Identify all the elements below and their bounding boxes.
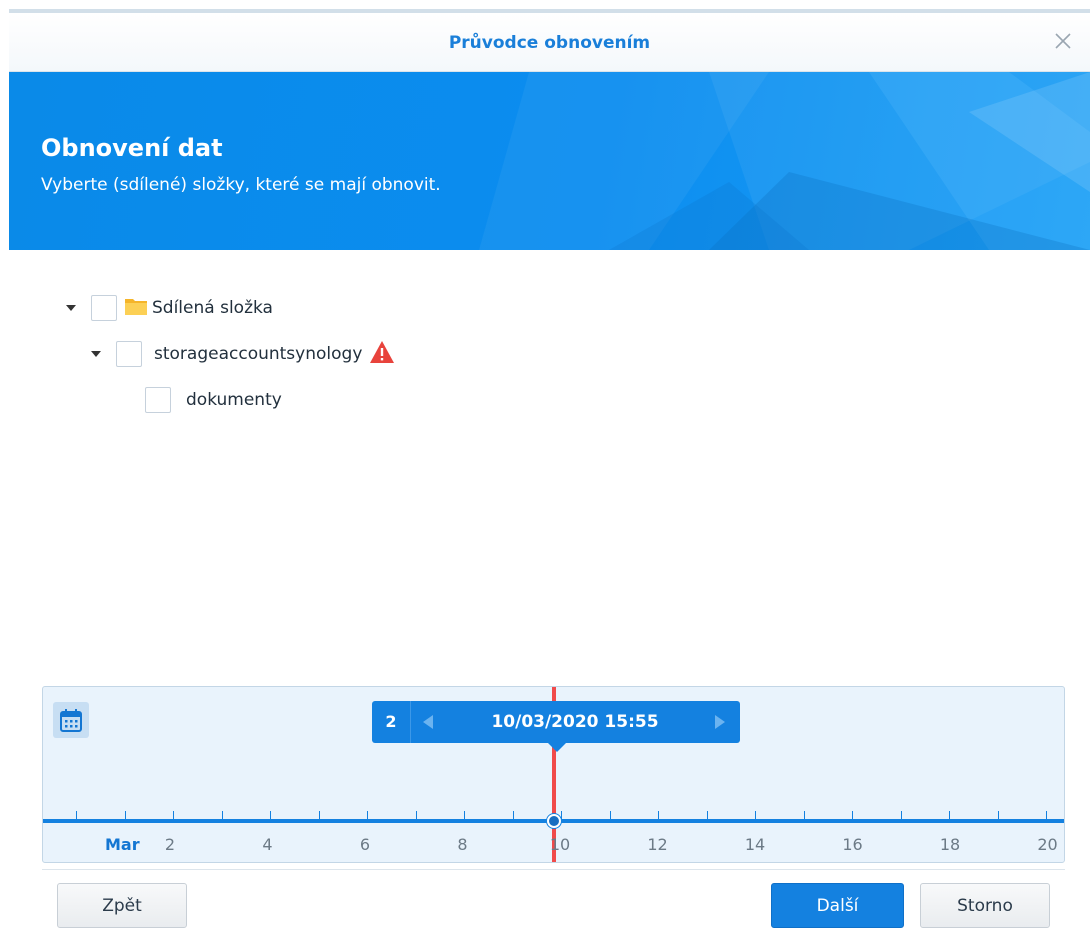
window-titlebar: Průvodce obnovením xyxy=(9,13,1090,72)
day-label: 4 xyxy=(262,835,273,854)
tree-item-label: storageaccountsynology xyxy=(154,344,363,364)
previous-version-icon[interactable] xyxy=(422,714,434,734)
banner-title: Obnovení dat xyxy=(41,134,223,162)
day-label: 10 xyxy=(549,835,571,854)
tree-item-shared-folder: Sdílená složka xyxy=(66,293,273,323)
day-label: 8 xyxy=(457,835,468,854)
next-version-icon[interactable] xyxy=(714,714,726,734)
calendar-icon xyxy=(60,709,82,732)
timeline-tick xyxy=(173,811,174,819)
tree-item-documents: dokumenty xyxy=(145,385,282,415)
day-label: 2 xyxy=(164,835,176,854)
calendar-button[interactable] xyxy=(53,702,89,738)
banner-subtitle: Vyberte (sdílené) složky, které se mají … xyxy=(41,175,441,195)
timeline-tick xyxy=(415,811,417,819)
back-button[interactable]: Zpět xyxy=(57,883,187,928)
expand-arrow-icon[interactable] xyxy=(91,351,101,357)
close-icon[interactable] xyxy=(1050,28,1076,54)
storage-account-checkbox[interactable] xyxy=(116,341,142,367)
day-label: 16 xyxy=(842,835,863,854)
tree-item-label: Sdílená složka xyxy=(152,298,273,318)
day-label: 18 xyxy=(939,835,961,854)
timeline-tick xyxy=(561,811,562,819)
date-pointer xyxy=(548,743,566,752)
timeline-tick xyxy=(997,811,999,819)
timeline-tick xyxy=(76,811,77,819)
timeline-tick xyxy=(803,811,805,819)
timeline-tick xyxy=(270,811,271,819)
month-label: Mar xyxy=(105,835,140,854)
next-button[interactable]: Další xyxy=(771,883,904,928)
timeline-tick xyxy=(367,811,368,819)
timeline-handle[interactable] xyxy=(547,814,561,828)
warning-icon[interactable] xyxy=(369,340,395,368)
timeline-tick xyxy=(124,811,126,819)
shared-folder-checkbox[interactable] xyxy=(91,295,117,321)
timeline-tick xyxy=(755,811,756,819)
footer-separator xyxy=(42,869,1065,870)
documents-checkbox[interactable] xyxy=(145,387,171,413)
timeline-tick xyxy=(609,811,611,819)
expand-arrow-icon[interactable] xyxy=(66,305,76,311)
version-selector: 2 10/03/2020 15:55 xyxy=(372,701,740,752)
day-label: 20 xyxy=(1037,835,1058,854)
timeline-tick xyxy=(852,811,853,819)
day-label: 6 xyxy=(359,835,371,854)
snapshot-timeline[interactable]: 2 10/03/2020 15:55 Mar 2 4 6 8 10 12 14 16 18 20 xyxy=(42,686,1065,863)
folder-icon xyxy=(124,296,148,320)
timeline-tick xyxy=(706,811,708,819)
tree-item-label: dokumenty xyxy=(186,390,282,410)
timeline-tick xyxy=(464,811,465,819)
timeline-tick xyxy=(318,811,320,819)
day-label: 14 xyxy=(744,835,766,854)
timeline-tick xyxy=(1046,811,1047,819)
day-label: 12 xyxy=(647,835,668,854)
cancel-button[interactable]: Storno xyxy=(920,883,1050,928)
timeline-tick xyxy=(512,811,514,819)
timeline-tick xyxy=(900,811,902,819)
timeline-tick xyxy=(221,811,223,819)
timeline-tick xyxy=(658,811,659,819)
version-count: 2 xyxy=(372,701,411,743)
header-banner: Obnovení dat Vyberte (sdílené) složky, k… xyxy=(9,72,1090,250)
timeline-tick xyxy=(949,811,950,819)
tree-item-storage-account: storageaccountsynology xyxy=(91,339,395,369)
selected-date: 10/03/2020 15:55 xyxy=(491,712,659,732)
window-title: Průvodce obnovením xyxy=(448,33,651,53)
